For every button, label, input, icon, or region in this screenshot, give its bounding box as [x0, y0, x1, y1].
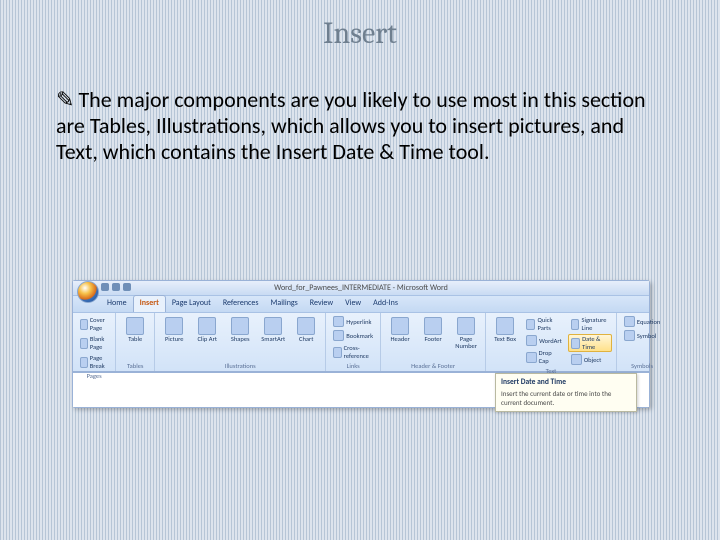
group-links: Hyperlink Bookmark Cross-reference Links [326, 313, 381, 371]
page-number-icon [457, 317, 475, 335]
ribbon-tabs: Home Insert Page Layout References Maili… [73, 295, 649, 313]
tab-home[interactable]: Home [101, 296, 133, 312]
tooltip-date-time: Insert Date and Time Insert the current … [495, 373, 637, 412]
window-title: Word_for_Pawnees_INTERMEDIATE - Microsof… [274, 283, 448, 293]
header-button[interactable]: Header [385, 315, 415, 361]
bookmark-icon [333, 330, 344, 341]
signature-line-icon [571, 319, 580, 330]
shapes-button[interactable]: Shapes [225, 315, 255, 361]
picture-icon [165, 317, 183, 335]
cross-reference-button[interactable]: Cross-reference [330, 343, 376, 361]
signature-line-button[interactable]: Signature Line [568, 315, 612, 333]
group-pages: Cover Page Blank Page Page Break Pages [73, 313, 116, 371]
text-box-button[interactable]: Text Box [490, 315, 520, 366]
word-window: Word_for_Pawnees_INTERMEDIATE - Microsof… [72, 280, 650, 408]
date-time-icon [571, 338, 580, 349]
group-header-footer: Header Footer Page Number Header & Foote… [381, 313, 486, 371]
text-box-icon [496, 317, 514, 335]
qat-undo-icon[interactable] [112, 283, 120, 291]
group-caption-illustrations: Illustrations [159, 361, 321, 370]
slide-body: ✎The major components are you likely to … [56, 87, 660, 165]
slide: Insert ✎The major components are you lik… [0, 0, 720, 540]
wordart-icon [526, 335, 537, 346]
cover-page-button[interactable]: Cover Page [77, 315, 111, 333]
clip-art-button[interactable]: Clip Art [192, 315, 222, 361]
header-icon [391, 317, 409, 335]
tab-review[interactable]: Review [304, 296, 339, 312]
shapes-icon [231, 317, 249, 335]
group-caption-headerfooter: Header & Footer [385, 361, 481, 370]
group-tables: Table Tables [116, 313, 155, 371]
page-break-icon [80, 357, 88, 368]
page-break-button[interactable]: Page Break [77, 353, 111, 371]
group-caption-tables: Tables [120, 361, 150, 370]
tab-references[interactable]: References [217, 296, 265, 312]
tooltip-body: Insert the current date or time into the… [501, 389, 631, 407]
tab-add-ins[interactable]: Add-Ins [367, 296, 404, 312]
table-button[interactable]: Table [120, 315, 150, 361]
group-symbols: Equation Symbol Symbols [617, 313, 667, 371]
qat-save-icon[interactable] [101, 283, 109, 291]
group-illustrations: Picture Clip Art Shapes SmartArt Chart I… [155, 313, 326, 371]
date-time-button[interactable]: Date & Time [568, 334, 612, 352]
quick-parts-button[interactable]: Quick Parts [523, 315, 565, 333]
symbol-button[interactable]: Symbol [621, 329, 663, 342]
symbol-icon [624, 330, 635, 341]
quick-access-toolbar[interactable] [101, 283, 131, 291]
hyperlink-icon [333, 316, 344, 327]
drop-cap-button[interactable]: Drop Cap [523, 348, 565, 366]
clip-art-icon [198, 317, 216, 335]
drop-cap-icon [526, 352, 537, 363]
footer-icon [424, 317, 442, 335]
blank-page-icon [80, 338, 88, 349]
quick-parts-icon [526, 319, 535, 330]
wordart-button[interactable]: WordArt [523, 334, 565, 347]
slide-title: Insert [0, 0, 720, 51]
smartart-icon [264, 317, 282, 335]
ribbon: Cover Page Blank Page Page Break Pages T… [73, 313, 649, 372]
tab-mailings[interactable]: Mailings [265, 296, 304, 312]
group-caption-pages: Pages [77, 371, 111, 380]
tab-page-layout[interactable]: Page Layout [166, 296, 217, 312]
tab-insert[interactable]: Insert [133, 295, 166, 312]
smartart-button[interactable]: SmartArt [258, 315, 288, 361]
picture-button[interactable]: Picture [159, 315, 189, 361]
hyperlink-button[interactable]: Hyperlink [330, 315, 376, 328]
footer-button[interactable]: Footer [418, 315, 448, 361]
object-button[interactable]: Object [568, 353, 612, 366]
group-caption-links: Links [330, 361, 376, 370]
bookmark-button[interactable]: Bookmark [330, 329, 376, 342]
group-text: Text Box Quick Parts WordArt Drop Cap Si… [486, 313, 617, 371]
office-button-icon[interactable] [77, 281, 99, 303]
equation-icon [624, 316, 635, 327]
page-number-button[interactable]: Page Number [451, 315, 481, 361]
object-icon [571, 354, 582, 365]
tab-view[interactable]: View [339, 296, 367, 312]
equation-button[interactable]: Equation [621, 315, 663, 328]
swirl-bullet-icon: ✎ [56, 87, 74, 113]
chart-icon [297, 317, 315, 335]
tooltip-title: Insert Date and Time [501, 378, 631, 387]
cross-ref-icon [333, 347, 341, 358]
qat-redo-icon[interactable] [123, 283, 131, 291]
chart-button[interactable]: Chart [291, 315, 321, 361]
group-caption-symbols: Symbols [621, 361, 663, 370]
cover-page-icon [80, 319, 88, 330]
blank-page-button[interactable]: Blank Page [77, 334, 111, 352]
body-paragraph: The major components are you likely to u… [56, 86, 646, 165]
table-icon [126, 317, 144, 335]
window-titlebar: Word_for_Pawnees_INTERMEDIATE - Microsof… [73, 281, 649, 295]
